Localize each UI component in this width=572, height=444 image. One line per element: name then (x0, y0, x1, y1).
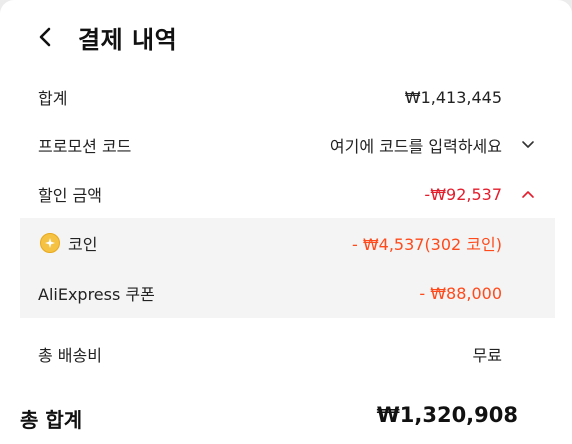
page-title: 결제 내역 (78, 26, 178, 54)
shipping-row: 총 배송비 무료 (0, 330, 572, 378)
coin-discount-value: - ₩4,537(302 코인) (351, 235, 502, 254)
chevron-down-icon[interactable] (518, 135, 538, 155)
promo-code-row[interactable]: 프로모션 코드 여기에 코드를 입력하세요 (0, 121, 572, 169)
coupon-label: AliExpress 쿠폰 (38, 285, 155, 304)
discount-value: -₩92,537 (424, 184, 502, 204)
coupon-discount-row: AliExpress 쿠폰 - ₩88,000 (0, 269, 572, 317)
promo-code-input[interactable]: 여기에 코드를 입력하세요 (330, 133, 502, 157)
promo-code-label: 프로모션 코드 (38, 137, 132, 156)
total-row: 총 합계 ₩1,320,908 (0, 394, 572, 442)
chevron-up-icon[interactable] (518, 184, 538, 204)
shipping-label: 총 배송비 (38, 346, 102, 365)
total-label: 총 합계 (20, 408, 83, 432)
discount-label: 할인 금액 (38, 186, 102, 205)
coin-label: 코인 (68, 235, 98, 254)
coupon-discount-value: - ₩88,000 (419, 283, 502, 303)
header: 결제 내역 (0, 0, 572, 72)
shipping-value: 무료 (472, 346, 502, 365)
payment-details-sheet: 결제 내역 합계 ₩1,413,445 프로모션 코드 여기에 코드를 입력하세… (0, 0, 572, 444)
discount-row[interactable]: 할인 금액 -₩92,537 (0, 170, 572, 218)
coin-discount-row: 코인 - ₩4,537(302 코인) (0, 219, 572, 267)
subtotal-row: 합계 ₩1,413,445 (0, 73, 572, 121)
subtotal-label: 합계 (38, 89, 68, 108)
back-arrow-icon[interactable] (30, 22, 60, 52)
total-value: ₩1,320,908 (376, 403, 518, 427)
subtotal-value: ₩1,413,445 (404, 87, 502, 107)
